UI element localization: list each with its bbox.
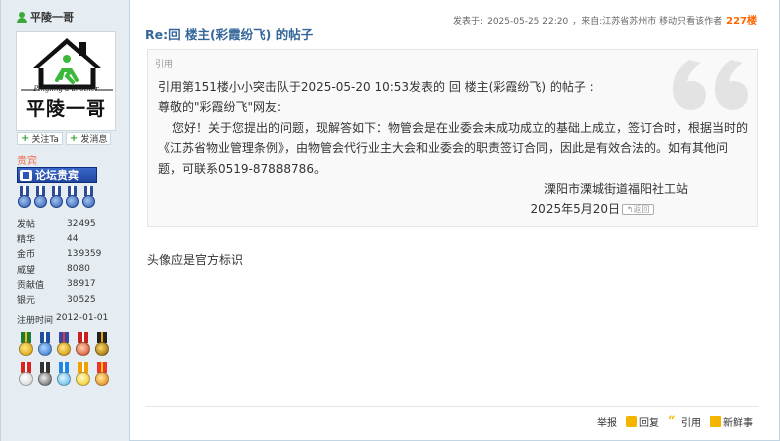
follow-button[interactable]: + 关注Ta bbox=[17, 132, 63, 145]
report-label: 举报 bbox=[597, 418, 617, 429]
avatar[interactable]: Pingling a brother 平陵一哥 bbox=[16, 31, 116, 131]
rank-medal-icon bbox=[81, 186, 96, 210]
badge-label: 论坛贵宾 bbox=[35, 169, 79, 182]
medal-icon[interactable] bbox=[93, 332, 111, 360]
stat-row: 发帖 32495 bbox=[17, 216, 117, 231]
news-label: 新鲜事 bbox=[723, 418, 753, 429]
quote-button[interactable]: “ 引用 bbox=[668, 414, 701, 429]
author-username[interactable]: 平陵一哥 bbox=[30, 9, 74, 25]
quote-body: 引用第151楼小小突击队于2025-05-20 10:53发表的 回 楼主(彩霞… bbox=[158, 77, 748, 220]
author-actions: + 关注Ta + 发消息 bbox=[17, 132, 112, 145]
register-date: 注册时间 2012-01-01 bbox=[17, 313, 108, 326]
footer-divider bbox=[145, 406, 759, 407]
quote-header: 引用第151楼小小突击队于2025-05-20 10:53发表的 回 楼主(彩霞… bbox=[158, 80, 594, 94]
post-title: Re:回 楼主(彩霞纷飞) 的帖子 bbox=[145, 27, 314, 42]
back-to-quote-icon[interactable]: ↰返回 bbox=[622, 204, 654, 216]
vip-badge: 论坛贵宾 bbox=[17, 167, 97, 183]
register-value: 2012-01-01 bbox=[56, 313, 109, 323]
reply-icon bbox=[626, 416, 637, 427]
register-label: 注册时间 bbox=[17, 316, 54, 326]
news-icon bbox=[710, 416, 721, 427]
stat-key: 威望 bbox=[17, 265, 36, 276]
back-label: 返回 bbox=[633, 205, 650, 215]
stat-value: 8080 bbox=[67, 264, 90, 275]
follow-label: 关注Ta bbox=[31, 135, 59, 145]
reply-button[interactable]: 回复 bbox=[626, 414, 659, 429]
medal-icon[interactable] bbox=[17, 332, 35, 360]
quote-signature: 溧阳市溧城街道福阳社工站 bbox=[543, 182, 688, 197]
stat-row: 贡献值 38917 bbox=[17, 277, 117, 292]
quote-date-row: 2025年5月20日 ↰返回 bbox=[158, 199, 748, 219]
user-group[interactable]: 贵宾 bbox=[17, 152, 37, 167]
rank-medal-icon bbox=[33, 186, 48, 210]
medal-icon[interactable] bbox=[74, 362, 92, 390]
stat-row: 金币 139359 bbox=[17, 246, 117, 261]
stat-row: 威望 8080 bbox=[17, 262, 117, 277]
medal-icon[interactable] bbox=[36, 362, 54, 390]
quote-action-label: 引用 bbox=[681, 418, 701, 429]
avatar-name: 平陵一哥 bbox=[25, 98, 106, 120]
stat-value[interactable]: 44 bbox=[67, 234, 78, 244]
plus-icon: + bbox=[21, 132, 30, 144]
reply-label: 回复 bbox=[639, 418, 659, 429]
quote-block: 引用 引用第151楼小小突击队于2025-05-20 10:53发表的 回 楼主… bbox=[147, 49, 758, 227]
stat-key: 金币 bbox=[17, 250, 36, 261]
report-button[interactable]: 举报 bbox=[597, 414, 617, 429]
stat-value: 30525 bbox=[67, 294, 96, 305]
medal-icon[interactable] bbox=[93, 362, 111, 390]
stat-row: 银元 30525 bbox=[17, 292, 117, 307]
send-message-button[interactable]: + 发消息 bbox=[65, 132, 112, 145]
medal-icon[interactable] bbox=[36, 332, 54, 360]
stat-key: 发帖 bbox=[17, 220, 36, 231]
posted-label: 发表于: bbox=[453, 17, 484, 27]
quote-greeting: 尊敬的"彩霞纷飞"网友: bbox=[158, 100, 282, 115]
reply-content: 头像应是官方标识 bbox=[147, 253, 244, 267]
avatar-subtitle: Pingling a brother bbox=[33, 85, 99, 93]
rank-medals bbox=[17, 186, 96, 210]
medal-icon[interactable] bbox=[55, 332, 73, 360]
author-stats: 发帖 32495 精华 44 金币 139359 威望 8080 贡献值 38917 银元… bbox=[17, 216, 117, 307]
posted-time: 2025-05-25 22:20 bbox=[487, 17, 569, 27]
share-news-button[interactable]: 新鲜事 bbox=[710, 414, 753, 429]
author-only-link[interactable]: 只看该作者 bbox=[677, 14, 722, 27]
rank-medal-icon bbox=[49, 186, 64, 210]
author-sidebar: 平陵一哥 Pingling a brother 平陵一哥 + 关注Ta + 发消息 … bbox=[1, 0, 130, 441]
floor-number[interactable]: 227楼 bbox=[726, 12, 757, 27]
message-label: 发消息 bbox=[80, 135, 108, 145]
medal-icon[interactable] bbox=[17, 362, 35, 390]
stat-key: 银元 bbox=[17, 296, 36, 307]
stat-value[interactable]: 32495 bbox=[67, 219, 96, 229]
stat-value: 38917 bbox=[67, 279, 96, 290]
stat-value: 139359 bbox=[67, 248, 102, 259]
post-source: ，来自:江苏省苏州市 移动 bbox=[572, 17, 678, 27]
rank-medal-icon bbox=[65, 186, 80, 210]
stat-key: 精华 bbox=[17, 235, 36, 246]
author-name-row[interactable]: 平陵一哥 bbox=[17, 9, 74, 25]
quote-date: 2025年5月20日 bbox=[530, 202, 620, 217]
rank-medal-icon bbox=[17, 186, 32, 210]
medal-icon[interactable] bbox=[74, 332, 92, 360]
plus-icon: + bbox=[69, 132, 79, 144]
quote-icon: “ bbox=[668, 414, 676, 429]
quote-content: 您好！关于您提出的问题，现解答如下：物管会是在业委会未成功成立的基础上成立，签订… bbox=[158, 120, 749, 176]
medal-icon[interactable] bbox=[55, 362, 73, 390]
post-meta: 发表于: 2025-05-25 22:20 ，来自:江苏省苏州市 移动 只看该作… bbox=[453, 12, 757, 27]
post-page: 平陵一哥 Pingling a brother 平陵一哥 + 关注Ta + 发消息 … bbox=[0, 0, 780, 441]
quote-label: 引用 bbox=[155, 60, 174, 70]
post-actions: 举报 回复 “ 引用 新鲜事 bbox=[597, 414, 753, 429]
stat-key: 贡献值 bbox=[17, 280, 45, 291]
stat-row: 精华 44 bbox=[17, 231, 117, 246]
medal-list bbox=[17, 332, 117, 390]
badge-icon bbox=[20, 169, 32, 181]
online-user-icon bbox=[17, 11, 27, 23]
